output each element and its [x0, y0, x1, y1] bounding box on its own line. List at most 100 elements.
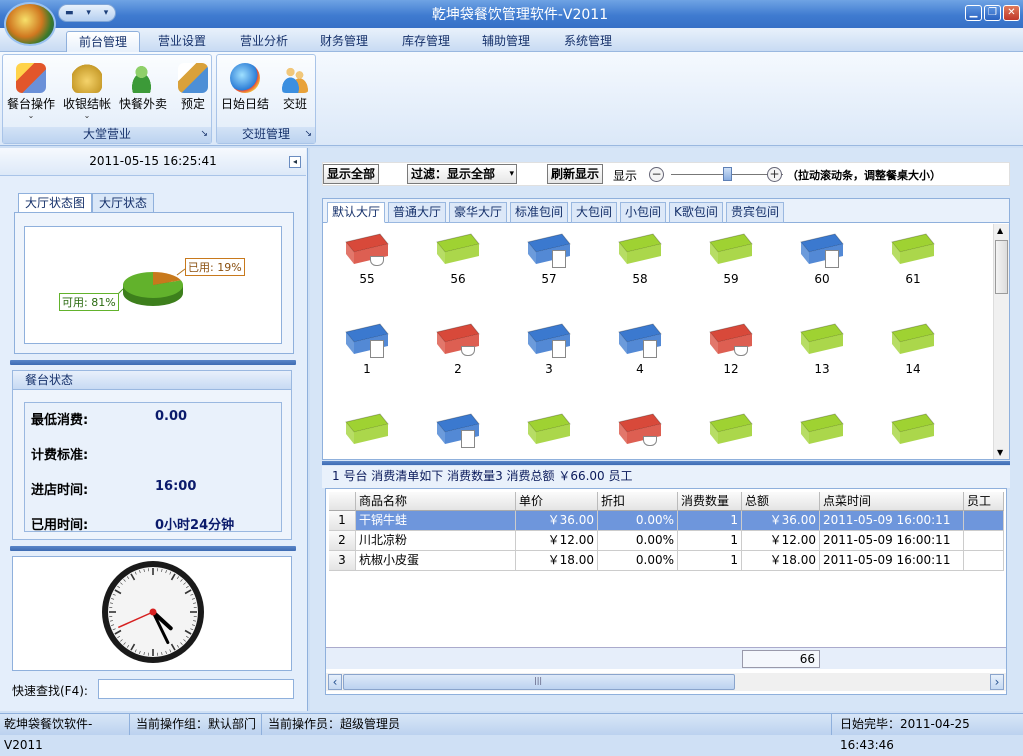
splitter[interactable] — [10, 546, 296, 551]
table-tile[interactable] — [790, 412, 854, 459]
order-cell-time[interactable]: 2011-05-09 16:00:11 — [820, 551, 964, 571]
tab-deluxe-hall[interactable]: 豪华大厅 — [449, 202, 507, 223]
order-cell-qty[interactable]: 1 — [678, 551, 742, 571]
tab-default-hall[interactable]: 默认大厅 — [327, 202, 385, 223]
tab-business-analysis[interactable]: 营业分析 — [228, 31, 300, 52]
splitter[interactable] — [322, 461, 1010, 465]
horizontal-scrollbar[interactable]: ‹ ||| › — [326, 673, 1006, 691]
order-cell-name[interactable]: 川北凉粉 — [356, 531, 516, 551]
tab-business-settings[interactable]: 营业设置 — [146, 31, 218, 52]
scroll-left-icon[interactable]: ‹ — [328, 674, 342, 690]
order-cell-idx[interactable]: 2 — [329, 531, 356, 551]
zoom-out-button[interactable]: − — [649, 167, 664, 182]
scroll-thumb[interactable] — [995, 240, 1008, 294]
close-button[interactable]: ✕ — [1003, 5, 1020, 21]
table-tile[interactable] — [608, 412, 672, 459]
col-header-qty[interactable]: 消费数量 — [678, 492, 742, 511]
table-tile[interactable]: 57 — [517, 232, 581, 294]
tab-front-desk[interactable]: 前台管理 — [66, 31, 140, 52]
zoom-in-button[interactable]: + — [767, 167, 782, 182]
order-cell-discount[interactable]: 0.00% — [598, 511, 678, 531]
table-tile[interactable] — [335, 412, 399, 459]
table-tile[interactable]: 2 — [426, 322, 490, 384]
order-cell-price[interactable]: ￥18.00 — [516, 551, 598, 571]
table-tile[interactable] — [881, 412, 945, 459]
tab-hall-chart[interactable]: 大厅状态图 — [18, 193, 92, 212]
order-cell-time[interactable]: 2011-05-09 16:00:11 — [820, 531, 964, 551]
table-tile[interactable]: 60 — [790, 232, 854, 294]
order-cell-total[interactable]: ￥36.00 — [742, 511, 820, 531]
tab-normal-hall[interactable]: 普通大厅 — [388, 202, 446, 223]
app-logo[interactable] — [4, 2, 56, 46]
day-start-end-button[interactable]: 日始日结 — [217, 61, 273, 129]
table-tile[interactable]: 1 — [335, 322, 399, 384]
quick-access-toolbar[interactable]: ▬ ▾ ▾ — [58, 4, 116, 22]
table-tile[interactable] — [426, 412, 490, 459]
takeout-button[interactable]: 快餐外卖 — [115, 61, 171, 129]
scroll-down-icon[interactable]: ▼ — [997, 448, 1003, 457]
table-tile[interactable]: 12 — [699, 322, 763, 384]
tab-large-room[interactable]: 大包间 — [571, 202, 617, 223]
table-ops-button[interactable]: 餐台操作 ⌄ — [3, 61, 59, 129]
shift-handover-button[interactable]: 交班 — [267, 61, 323, 129]
order-cell-time[interactable]: 2011-05-09 16:00:11 — [820, 511, 964, 531]
table-tile[interactable]: 61 — [881, 232, 945, 294]
reserve-button[interactable]: 预定 — [165, 61, 221, 129]
maximize-button[interactable]: ❐ — [984, 5, 1001, 21]
order-cell-qty[interactable]: 1 — [678, 531, 742, 551]
group-expand-icon[interactable]: ↘ — [200, 127, 208, 142]
order-cell-price[interactable]: ￥36.00 — [516, 511, 598, 531]
scroll-up-icon[interactable]: ▲ — [997, 226, 1003, 235]
scroll-right-icon[interactable]: › — [990, 674, 1004, 690]
chevron-down-icon[interactable]: ⌄ — [3, 112, 59, 120]
order-cell-name[interactable]: 干锅牛蛙 — [356, 511, 516, 531]
order-cell-discount[interactable]: 0.00% — [598, 551, 678, 571]
tab-standard-room[interactable]: 标准包间 — [510, 202, 568, 223]
tab-hall-status[interactable]: 大厅状态 — [92, 193, 154, 212]
vertical-scrollbar[interactable]: ▲ ▼ — [993, 224, 1009, 459]
order-cell-staff[interactable] — [964, 551, 1004, 571]
collapse-panel-button[interactable]: ◂ — [289, 156, 301, 168]
col-header-time[interactable]: 点菜时间 — [820, 492, 964, 511]
order-cell-price[interactable]: ￥12.00 — [516, 531, 598, 551]
order-cell-total[interactable]: ￥12.00 — [742, 531, 820, 551]
table-tile[interactable]: 58 — [608, 232, 672, 294]
tab-finance[interactable]: 财务管理 — [308, 31, 380, 52]
order-cell-name[interactable]: 杭椒小皮蛋 — [356, 551, 516, 571]
filter-select[interactable]: 过滤：显示全部▾ — [407, 164, 517, 184]
order-cell-idx[interactable]: 1 — [329, 511, 356, 531]
table-tile[interactable] — [517, 412, 581, 459]
group-expand-icon[interactable]: ↘ — [304, 127, 312, 142]
tab-vip-room[interactable]: 贵宾包间 — [726, 202, 784, 223]
col-header-price[interactable]: 单价 — [516, 492, 598, 511]
checkout-button[interactable]: 收银结帐 ⌄ — [59, 61, 115, 129]
order-cell-discount[interactable]: 0.00% — [598, 531, 678, 551]
col-header-discount[interactable]: 折扣 — [598, 492, 678, 511]
table-tile[interactable]: 14 — [881, 322, 945, 384]
splitter[interactable] — [10, 360, 296, 365]
chevron-down-icon[interactable]: ⌄ — [59, 112, 115, 120]
quick-search-input[interactable] — [98, 679, 294, 699]
tab-karaoke-room[interactable]: K歌包间 — [669, 202, 723, 223]
order-cell-staff[interactable] — [964, 531, 1004, 551]
order-cell-staff[interactable] — [964, 511, 1004, 531]
table-tile[interactable]: 55 — [335, 232, 399, 294]
tab-system[interactable]: 系统管理 — [552, 31, 624, 52]
table-tile[interactable]: 56 — [426, 232, 490, 294]
order-cell-total[interactable]: ￥18.00 — [742, 551, 820, 571]
show-all-button[interactable]: 显示全部 — [323, 164, 379, 184]
table-tile[interactable]: 4 — [608, 322, 672, 384]
table-tile[interactable]: 13 — [790, 322, 854, 384]
order-cell-qty[interactable]: 1 — [678, 511, 742, 531]
col-header-total[interactable]: 总额 — [742, 492, 820, 511]
tab-inventory[interactable]: 库存管理 — [390, 31, 462, 52]
tab-auxiliary[interactable]: 辅助管理 — [470, 31, 542, 52]
chevron-down-icon[interactable]: ▾ — [509, 165, 514, 183]
order-cell-idx[interactable]: 3 — [329, 551, 356, 571]
table-tile[interactable]: 3 — [517, 322, 581, 384]
table-tile[interactable]: 59 — [699, 232, 763, 294]
table-tile[interactable] — [699, 412, 763, 459]
refresh-button[interactable]: 刷新显示 — [547, 164, 603, 184]
col-header-name[interactable]: 商品名称 — [356, 492, 516, 511]
col-header-staff[interactable]: 员工 — [964, 492, 1004, 511]
